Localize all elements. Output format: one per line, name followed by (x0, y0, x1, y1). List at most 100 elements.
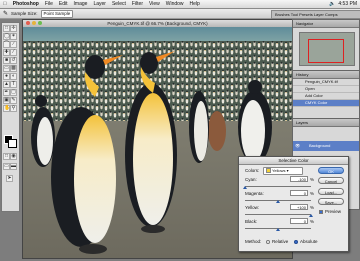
menu-clock[interactable]: 4:53 PM (338, 1, 357, 7)
document-title: Penguin_CMYK.tif @ 66.7% (Background, CM… (107, 21, 208, 26)
menu-select[interactable]: Select (109, 1, 129, 7)
yellow-swatch-icon (266, 168, 271, 174)
menu-layer[interactable]: Layer (90, 1, 109, 7)
notes-tool-icon[interactable]: ▣ (3, 97, 10, 104)
magenta-label: Magenta: (245, 191, 264, 196)
cancel-button[interactable]: Cancel (318, 177, 344, 184)
zoom-tool-icon[interactable]: ⚲ (10, 105, 17, 112)
lasso-tool-icon[interactable]: ◯ (3, 33, 10, 40)
save-button[interactable]: Save... (318, 198, 344, 205)
layer-name: Background (309, 143, 331, 148)
volume-icon[interactable]: 🔈 (329, 1, 335, 7)
ok-button[interactable]: OK (318, 167, 344, 174)
cyan-slider-knob[interactable] (243, 186, 247, 189)
cyan-label: Cyan: (245, 177, 257, 182)
jump-to-imageready-icon[interactable]: ➤ (6, 175, 13, 182)
colors-label: Colors: (245, 168, 260, 173)
history-item[interactable]: Add Color (293, 93, 359, 100)
navigator-tab[interactable]: Navigator (293, 20, 359, 28)
relative-radio[interactable] (266, 240, 270, 244)
colors-select[interactable]: Yellows ▾ (263, 167, 303, 175)
standard-mode-icon[interactable]: □ (3, 153, 10, 160)
layer-row[interactable]: 👁 Background (293, 141, 359, 151)
healing-brush-tool-icon[interactable]: ✚ (3, 49, 10, 56)
minimize-window-icon[interactable] (32, 21, 36, 25)
magic-wand-tool-icon[interactable]: ✶ (10, 33, 17, 40)
path-selection-tool-icon[interactable]: ▲ (3, 81, 10, 88)
black-input[interactable]: 0 (290, 218, 308, 224)
slice-tool-icon[interactable]: ∕ (10, 41, 17, 48)
black-label: Black: (245, 219, 258, 224)
brush-tool-icon[interactable]: ⁄ (10, 49, 17, 56)
zoom-window-icon[interactable] (38, 21, 42, 25)
relative-label: Relative (272, 239, 289, 244)
method-label: Method: (245, 239, 262, 244)
preview-checkbox[interactable] (319, 210, 323, 214)
menu-bar:  Photoshop File Edit Image Layer Select… (0, 0, 360, 9)
eyedropper-icon[interactable]: ✎ (3, 10, 8, 17)
menu-image[interactable]: Image (71, 1, 91, 7)
preview-label: Preview (325, 209, 342, 214)
navigator-thumbnail[interactable] (299, 32, 355, 66)
type-tool-icon[interactable]: T (10, 81, 17, 88)
navigator-palette: Navigator (292, 19, 360, 71)
yellow-label: Yellow: (245, 205, 260, 210)
layers-tab[interactable]: Layers (293, 119, 359, 127)
eraser-tool-icon[interactable]: ▭ (3, 65, 10, 72)
absolute-label: Absolute (300, 239, 318, 244)
menu-view[interactable]: View (146, 1, 163, 7)
screen-mode-icon[interactable]: ▭ (3, 163, 10, 170)
cyan-slider-track[interactable] (245, 186, 311, 187)
palette-well[interactable]: Brushes Tool Presets Layer Comps (271, 10, 360, 19)
dialog-title: Selective Color (239, 157, 348, 165)
pen-tool-icon[interactable]: ✒ (3, 89, 10, 96)
cyan-percent: % (310, 177, 315, 182)
visibility-eye-icon[interactable]: 👁 (295, 141, 300, 151)
history-snapshot[interactable]: Penguin_CMYK.tif (293, 79, 359, 86)
yellow-percent: % (310, 205, 315, 210)
absolute-radio[interactable] (294, 240, 298, 244)
gradient-tool-icon[interactable]: ▩ (10, 65, 17, 72)
menu-edit[interactable]: Edit (56, 1, 71, 7)
shape-tool-icon[interactable]: ▢ (10, 89, 17, 96)
chevron-down-icon: ▾ (286, 168, 289, 173)
colors-select-value: Yellows (272, 168, 286, 173)
background-color-swatch[interactable] (8, 139, 17, 148)
yellow-slider-knob[interactable] (309, 214, 313, 217)
toolbox: □ ✛ ◯ ✶ ⌒ ∕ ✚ ⁄ ■ ↺ ▭ ▩ ● ◐ ▲ T ✒ ▢ ▣ ✎ … (1, 22, 20, 212)
black-percent: % (310, 219, 315, 224)
menu-file[interactable]: File (42, 1, 56, 7)
history-item[interactable]: Open (293, 86, 359, 93)
apple-menu-icon[interactable]:  (0, 1, 10, 7)
crop-tool-icon[interactable]: ⌒ (3, 41, 10, 48)
hand-tool-icon[interactable]: ✋ (3, 105, 10, 112)
menu-window[interactable]: Window (163, 1, 187, 7)
history-tab[interactable]: History (293, 71, 359, 79)
history-brush-tool-icon[interactable]: ↺ (10, 57, 17, 64)
quick-mask-icon[interactable]: ◉ (10, 153, 17, 160)
magenta-percent: % (310, 191, 315, 196)
magenta-input[interactable]: 0 (290, 190, 308, 196)
cyan-input[interactable]: -100 (290, 176, 308, 182)
menu-help[interactable]: Help (187, 1, 203, 7)
eyedropper-tool-icon[interactable]: ✎ (10, 97, 17, 104)
load-button[interactable]: Load... (318, 188, 344, 195)
yellow-input[interactable]: +100 (290, 204, 308, 210)
menu-photoshop[interactable]: Photoshop (10, 1, 42, 7)
black-slider-knob[interactable] (276, 228, 280, 231)
sample-size-label: Sample Size: (11, 11, 38, 16)
history-item-selected[interactable]: CMYK Color (293, 100, 359, 107)
clone-stamp-tool-icon[interactable]: ■ (3, 57, 10, 64)
move-tool-icon[interactable]: ✛ (10, 25, 17, 32)
close-window-icon[interactable] (26, 21, 30, 25)
document-title-bar: Penguin_CMYK.tif @ 66.7% (Background, CM… (23, 20, 292, 27)
yellow-slider-track[interactable] (245, 214, 311, 215)
marquee-tool-icon[interactable]: □ (3, 25, 10, 32)
history-palette: History Penguin_CMYK.tif Open Add Color … (292, 70, 360, 120)
menu-filter[interactable]: Filter (129, 1, 146, 7)
full-screen-icon[interactable]: ▬ (10, 163, 17, 170)
dodge-tool-icon[interactable]: ◐ (10, 73, 17, 80)
magenta-slider-knob[interactable] (276, 200, 280, 203)
blur-tool-icon[interactable]: ● (3, 73, 10, 80)
sample-size-select[interactable]: Point Sample (40, 9, 74, 18)
